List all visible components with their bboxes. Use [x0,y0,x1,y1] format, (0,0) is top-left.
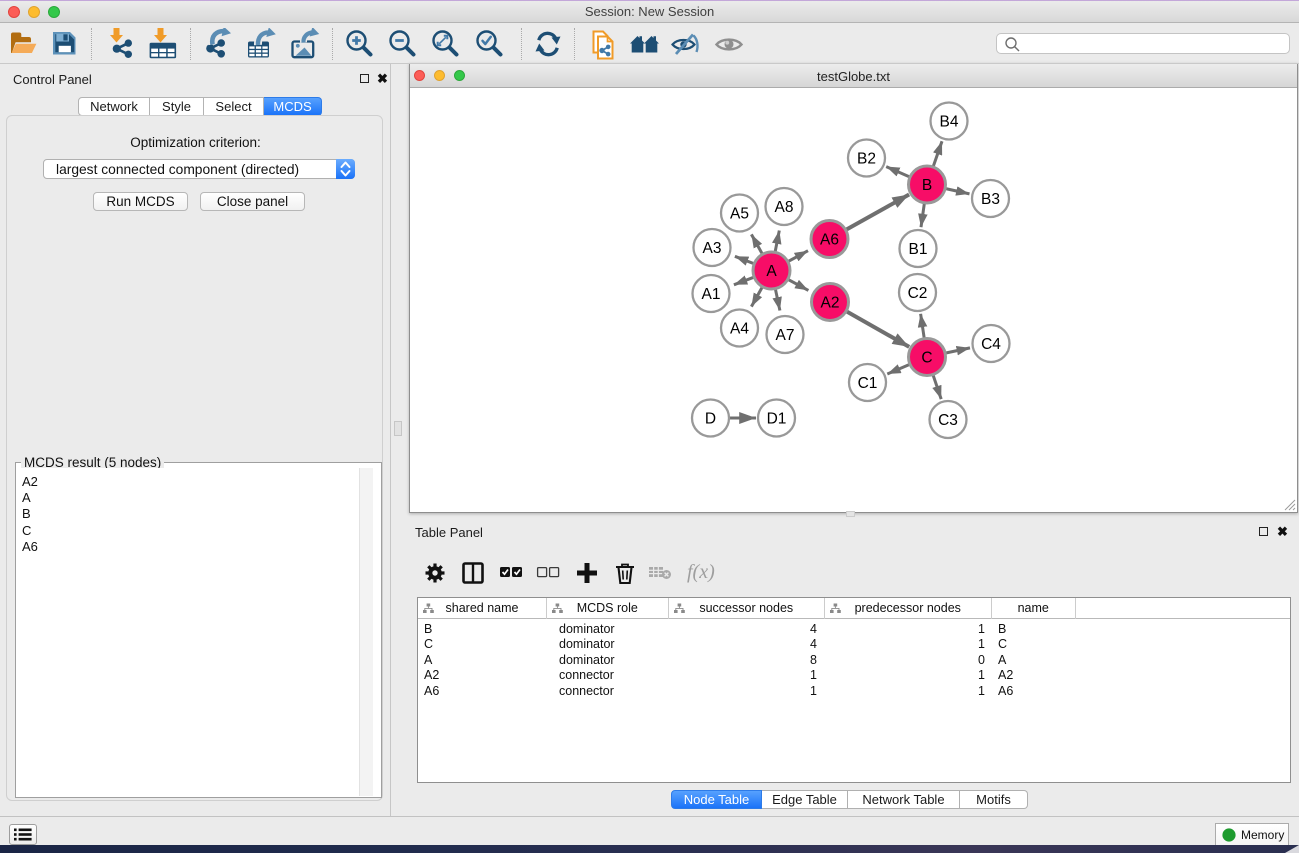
svg-text:A6: A6 [820,232,839,249]
svg-text:A2: A2 [821,295,840,312]
svg-text:B: B [922,177,932,194]
svg-text:A8: A8 [775,199,794,216]
svg-text:C: C [921,350,932,367]
svg-text:A3: A3 [703,240,722,257]
svg-text:A5: A5 [730,206,749,223]
svg-text:C4: C4 [981,336,1001,353]
svg-text:C2: C2 [908,285,928,302]
svg-text:D: D [705,411,716,428]
svg-text:A: A [766,263,777,280]
svg-text:B2: B2 [857,151,876,168]
svg-text:B1: B1 [909,241,928,258]
svg-text:A1: A1 [702,286,721,303]
svg-text:B4: B4 [940,114,959,131]
svg-text:A4: A4 [730,321,749,338]
svg-text:A7: A7 [776,327,795,344]
svg-text:C3: C3 [938,412,958,429]
svg-text:B3: B3 [981,191,1000,208]
svg-text:D1: D1 [767,411,787,428]
svg-text:C1: C1 [858,375,878,392]
